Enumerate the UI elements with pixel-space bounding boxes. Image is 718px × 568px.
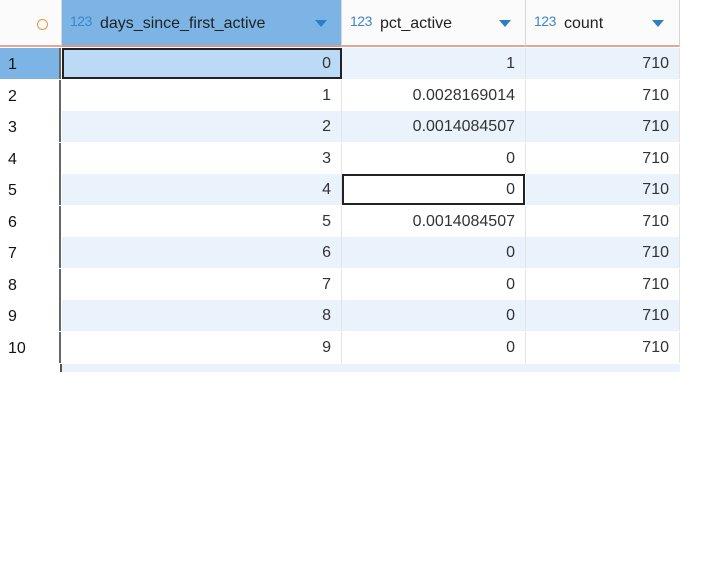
grid-bottom-edge (62, 364, 680, 372)
cell-days-since-first-active[interactable]: 0 (62, 48, 342, 79)
cell-days-since-first-active[interactable]: 8 (62, 300, 342, 331)
cell-pct-active[interactable]: 0.0014084507 (342, 111, 526, 142)
row-number[interactable]: 1 (0, 48, 61, 79)
cell-days-since-first-active[interactable]: 2 (62, 111, 342, 142)
row-header-edge (60, 364, 62, 372)
sort-dropdown-icon[interactable] (499, 20, 511, 27)
cell-pct-active[interactable]: 0 (342, 269, 526, 300)
row-number[interactable]: 10 (0, 332, 61, 363)
cell-pct-active-selected[interactable]: 0 (342, 174, 525, 205)
cell-count[interactable]: 710 (526, 143, 680, 174)
row-number[interactable]: 5 (0, 174, 61, 205)
sort-dropdown-icon[interactable] (652, 20, 664, 27)
cell-pct-active[interactable]: 1 (342, 48, 526, 79)
column-header-days-since-first-active[interactable]: 123 days_since_first_active (62, 0, 342, 47)
cell-pct-active[interactable]: 0.0028169014 (342, 80, 526, 111)
numeric-type-icon: 123 (70, 13, 92, 29)
column-header-count[interactable]: 123 count (526, 0, 680, 47)
numeric-type-icon: 123 (534, 13, 556, 29)
row-number[interactable]: 8 (0, 269, 61, 300)
cell-count[interactable]: 710 (526, 332, 680, 363)
table-row[interactable]: 4 3 0 710 (0, 143, 680, 174)
cell-pct-active[interactable]: 0 (342, 300, 526, 331)
row-number[interactable]: 7 (0, 237, 61, 268)
cell-days-since-first-active[interactable]: 3 (62, 143, 342, 174)
column-header-pct-active[interactable]: 123 pct_active (342, 0, 526, 47)
row-number[interactable]: 6 (0, 206, 61, 237)
cell-pct-active[interactable]: 0 (342, 237, 526, 268)
cell-pct-active[interactable]: 0 (342, 143, 526, 174)
table-row[interactable]: 5 4 0 710 (0, 174, 680, 205)
cell-count[interactable]: 710 (526, 269, 680, 300)
cell-days-since-first-active[interactable]: 1 (62, 80, 342, 111)
cell-pct-active[interactable]: 0 (342, 332, 526, 363)
cell-count[interactable]: 710 (526, 174, 680, 205)
row-number[interactable]: 2 (0, 80, 61, 111)
cell-days-since-first-active[interactable]: 9 (62, 332, 342, 363)
numeric-type-icon: 123 (350, 13, 372, 29)
column-label: days_since_first_active (100, 15, 266, 32)
table-row[interactable]: 3 2 0.0014084507 710 (0, 111, 680, 142)
cell-count[interactable]: 710 (526, 111, 680, 142)
select-all-icon (37, 19, 48, 30)
table-row[interactable]: 6 5 0.0014084507 710 (0, 206, 680, 237)
column-label: pct_active (380, 15, 453, 32)
cell-count[interactable]: 710 (526, 80, 680, 111)
table-row[interactable]: 9 8 0 710 (0, 300, 680, 331)
table-row[interactable]: 7 6 0 710 (0, 237, 680, 268)
cell-days-since-first-active[interactable]: 7 (62, 269, 342, 300)
cell-days-since-first-active[interactable]: 5 (62, 206, 342, 237)
cell-count[interactable]: 710 (526, 48, 680, 79)
cell-days-since-first-active[interactable]: 6 (62, 237, 342, 268)
table-row[interactable]: 1 0 1 710 (0, 48, 680, 79)
row-number[interactable]: 3 (0, 111, 61, 142)
table-row[interactable]: 2 1 0.0028169014 710 (0, 80, 680, 111)
cell-count[interactable]: 710 (526, 206, 680, 237)
row-number[interactable]: 9 (0, 300, 61, 331)
column-label: count (564, 15, 604, 32)
row-number[interactable]: 4 (0, 143, 61, 174)
cell-count[interactable]: 710 (526, 300, 680, 331)
table-row[interactable]: 8 7 0 710 (0, 269, 680, 300)
cell-count[interactable]: 710 (526, 237, 680, 268)
table-row[interactable]: 10 9 0 710 (0, 332, 680, 363)
cell-pct-active[interactable]: 0.0014084507 (342, 206, 526, 237)
cell-days-since-first-active[interactable]: 4 (62, 174, 342, 205)
select-all-corner[interactable] (0, 0, 62, 47)
sort-dropdown-icon[interactable] (315, 20, 327, 27)
